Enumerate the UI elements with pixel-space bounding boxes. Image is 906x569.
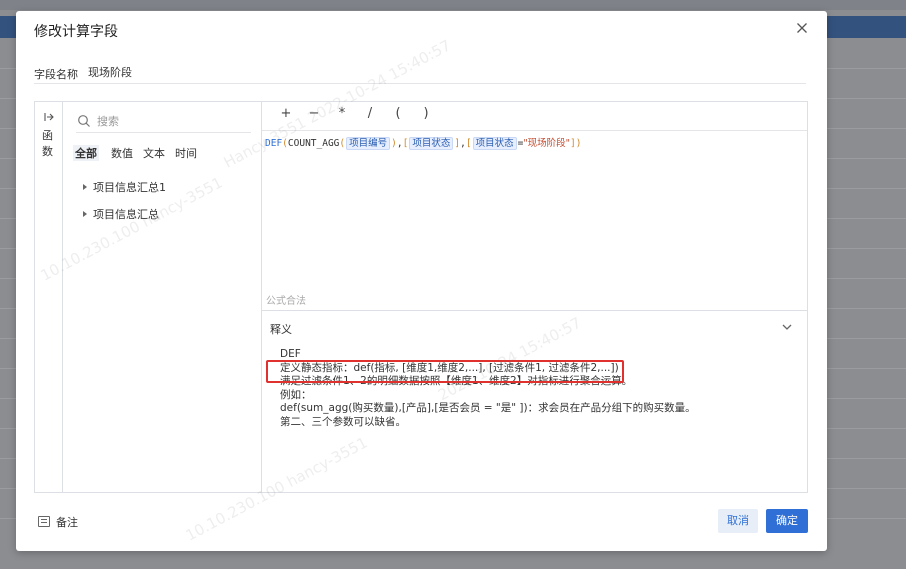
cancel-button[interactable]: 取消 — [718, 509, 758, 533]
minus-operator-button[interactable]: − — [307, 106, 321, 121]
note-label: 备注 — [56, 516, 78, 529]
chevron-down-icon[interactable] — [781, 321, 793, 333]
explanation-line: 第二、三个参数可以缺省。 — [280, 415, 406, 428]
edit-calculated-field-dialog: 修改计算字段 字段名称 函数 全部 数值 文本 时间 — [16, 11, 827, 551]
filter-tab-time[interactable]: 时间 — [173, 145, 199, 161]
explanation-title: 释义 — [270, 323, 292, 336]
search-box — [76, 112, 251, 133]
field-list-panel: 全部 数值 文本 时间 项目信息汇总1 项目信息汇总 — [63, 102, 262, 492]
explanation-line: def(sum_agg(购买数量),[产品],[是否会员 = "是" ])：求会… — [280, 402, 696, 414]
divide-operator-button[interactable]: / — [363, 106, 377, 121]
open-paren-button[interactable]: ( — [391, 106, 405, 121]
explanation-panel: 释义 DEF 定义静态指标：def(指标, [维度1,维度2,...], [过滤… — [262, 310, 807, 493]
formula-input[interactable]: DEF(COUNT_AGG(项目编号),[项目状态],[项目状态 ="现场阶段"]… — [265, 135, 805, 285]
field-name-label: 字段名称 — [34, 68, 78, 81]
explanation-line: 例如： — [280, 388, 312, 401]
tree-item-label: 项目信息汇总1 — [93, 181, 166, 194]
formula-string-literal: "现场阶段" — [523, 138, 571, 149]
filter-tab-all[interactable]: 全部 — [73, 145, 99, 161]
formula-field-tag[interactable]: 项目状态 — [472, 137, 517, 150]
plus-operator-button[interactable]: + — [279, 106, 293, 121]
confirm-button[interactable]: 确定 — [766, 509, 808, 533]
caret-right-icon — [83, 184, 87, 190]
caret-right-icon — [83, 211, 87, 217]
function-sidebar: 函数 — [35, 102, 63, 492]
note-icon — [38, 516, 50, 527]
field-name-row: 字段名称 — [34, 63, 806, 84]
dialog-title: 修改计算字段 — [34, 24, 118, 40]
expand-panel-icon[interactable] — [44, 111, 54, 121]
syntax-status: 公式合法 — [266, 296, 306, 307]
formula-field-tag[interactable]: 项目编号 — [346, 137, 391, 150]
close-icon[interactable] — [793, 19, 811, 37]
formula-function-count-agg: COUNT_AGG — [287, 138, 340, 149]
formula-panel: + − * / ( ) DEF(COUNT_AGG(项目编号),[项目状态],[… — [262, 102, 807, 492]
filter-tab-number[interactable]: 数值 — [109, 145, 135, 161]
field-name-input[interactable] — [88, 63, 688, 81]
note-button[interactable]: 备注 — [38, 514, 78, 530]
search-icon — [77, 114, 91, 128]
filter-tab-text[interactable]: 文本 — [141, 145, 167, 161]
close-paren-button[interactable]: ) — [419, 106, 433, 121]
operator-toolbar: + − * / ( ) — [262, 102, 807, 131]
tree-item-label: 项目信息汇总 — [93, 208, 159, 221]
tree-item-project-summary-1[interactable]: 项目信息汇总1 — [83, 179, 166, 195]
search-input[interactable] — [97, 112, 247, 130]
annotation-highlight-box — [266, 360, 624, 383]
background-topbar — [0, 0, 906, 10]
formula-field-tag[interactable]: 项目状态 — [409, 137, 454, 150]
formula-editor: 函数 全部 数值 文本 时间 项目信息汇总1 项目信息汇总 — [34, 101, 808, 493]
multiply-operator-button[interactable]: * — [335, 106, 349, 121]
formula-function-def: DEF — [265, 138, 283, 149]
functions-tab[interactable]: 函数 — [42, 128, 56, 160]
tree-item-project-summary[interactable]: 项目信息汇总 — [83, 206, 159, 222]
